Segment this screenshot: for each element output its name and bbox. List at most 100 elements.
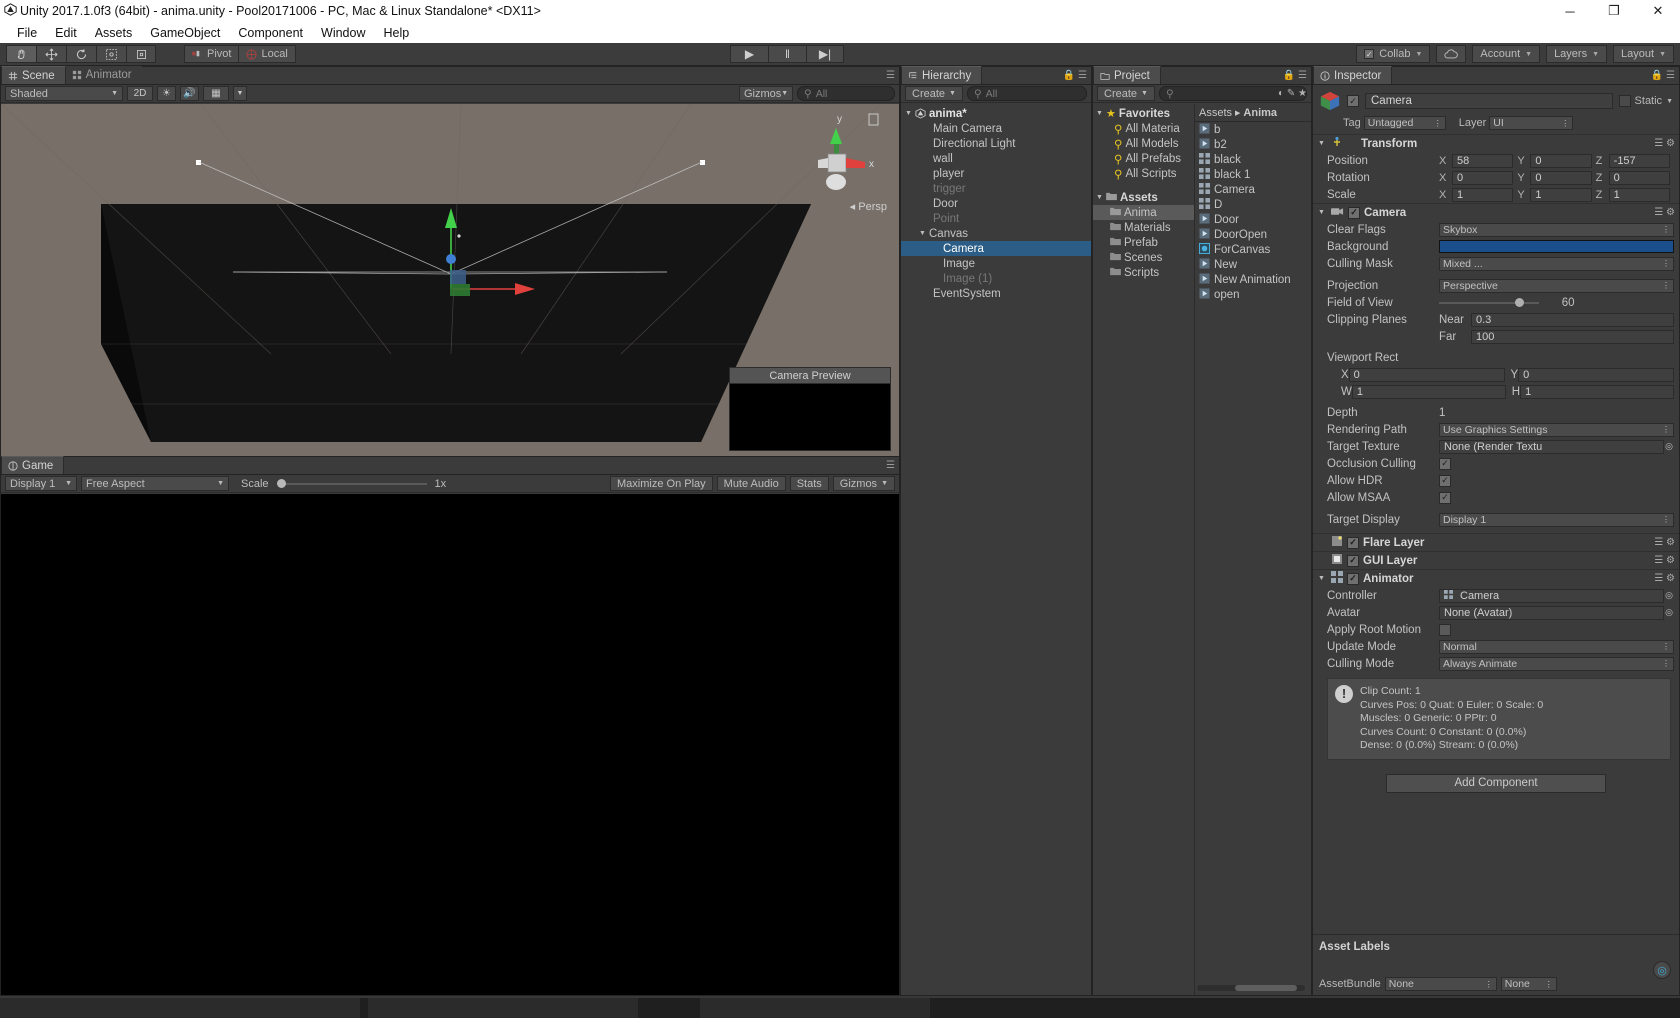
tag-dropdown[interactable]: Untagged ⋮: [1363, 116, 1446, 130]
project-view-tools[interactable]: ◐ ✎ ★: [1278, 88, 1307, 99]
move-tool-icon[interactable]: [36, 45, 66, 63]
asset-item-door[interactable]: Door: [1195, 212, 1311, 227]
project-folder-prefab[interactable]: Prefab: [1093, 235, 1194, 250]
rotation-z-field[interactable]: 0: [1608, 170, 1670, 185]
flare-layer-header[interactable]: ✓ Flare Layer ☰ ⚙: [1313, 534, 1679, 551]
hierarchy-item-eventsystem[interactable]: EventSystem: [901, 286, 1091, 301]
hierarchy-panel-tools[interactable]: 🔒 ☰: [1063, 70, 1087, 81]
asset-item-black[interactable]: black: [1195, 152, 1311, 167]
asset-item-new-animation[interactable]: New Animation: [1195, 272, 1311, 287]
asset-item-forcanvas[interactable]: ForCanvas: [1195, 242, 1311, 257]
rendering-path-dropdown[interactable]: Use Graphics Settings ⋮: [1439, 422, 1674, 437]
project-create-button[interactable]: Create ▼: [1097, 86, 1155, 101]
menu-item-assets[interactable]: Assets: [86, 24, 142, 42]
project-favorite-all-scripts[interactable]: ⚲ All Scripts: [1093, 166, 1194, 181]
allow-hdr-checkbox[interactable]: ✓: [1439, 474, 1451, 487]
camera-header[interactable]: ▼ ✓ Camera ☰ ⚙: [1313, 204, 1679, 221]
background-color-swatch[interactable]: [1439, 240, 1674, 253]
pause-button[interactable]: ‖: [768, 45, 806, 63]
hand-tool-icon[interactable]: [6, 45, 36, 63]
gameobject-enabled-checkbox[interactable]: ✓: [1347, 95, 1359, 107]
local-toggle[interactable]: Local: [238, 45, 296, 63]
tab-inspector[interactable]: Inspector: [1313, 66, 1393, 84]
effects-dropdown-icon[interactable]: ▼: [233, 86, 247, 101]
target-texture-field[interactable]: None (Render Textu: [1439, 439, 1664, 454]
scale-tool-icon[interactable]: [96, 45, 126, 63]
project-favorite-all-materials[interactable]: ⚲ All Materia: [1093, 121, 1194, 136]
projection-dropdown[interactable]: Perspective ⋮: [1439, 278, 1674, 293]
add-component-button[interactable]: Add Component: [1386, 773, 1606, 793]
scene-viewport[interactable]: y x ◂ Persp Camera Preview: [1, 104, 899, 457]
project-favorite-all-models[interactable]: ⚲ All Models: [1093, 136, 1194, 151]
project-folder-scripts[interactable]: Scripts: [1093, 265, 1194, 280]
menu-item-component[interactable]: Component: [229, 24, 312, 42]
avatar-field[interactable]: None (Avatar): [1439, 605, 1664, 620]
viewport-x-field[interactable]: 0: [1348, 367, 1505, 382]
taskbar-segment[interactable]: [0, 998, 360, 1018]
game-viewport[interactable]: [1, 494, 899, 995]
close-button[interactable]: ✕: [1636, 0, 1680, 22]
aspect-dropdown[interactable]: Free Aspect ▼: [81, 476, 229, 491]
transform-header[interactable]: ▼ Transform ☰ ⚙: [1313, 135, 1679, 152]
gui-layer-header[interactable]: ✓ GUI Layer ☰ ⚙: [1313, 552, 1679, 569]
target-display-dropdown[interactable]: Display 1 ⋮: [1439, 512, 1674, 527]
viewport-y-field[interactable]: 0: [1518, 367, 1674, 382]
project-folder-anima[interactable]: Anima: [1093, 205, 1194, 220]
fov-slider[interactable]: [1439, 296, 1539, 310]
tab-scene[interactable]: Scene: [1, 66, 66, 84]
asset-item-d[interactable]: D: [1195, 197, 1311, 212]
tab-game[interactable]: Game: [1, 456, 65, 474]
effects-icon[interactable]: ▦: [203, 86, 229, 101]
camera-enabled-checkbox[interactable]: ✓: [1348, 206, 1360, 219]
perspective-label[interactable]: ◂ Persp: [850, 200, 887, 213]
audio-icon[interactable]: 🔊: [180, 86, 199, 101]
scene-panel-menu[interactable]: ☰: [886, 70, 895, 81]
hierarchy-create-button[interactable]: Create ▼: [905, 86, 963, 101]
step-button[interactable]: ▶|: [806, 45, 844, 63]
chevron-down-icon[interactable]: ▼: [1096, 194, 1106, 201]
draw-mode-dropdown[interactable]: Shaded ▼: [5, 86, 123, 101]
layers-button[interactable]: Layers ▼: [1546, 45, 1608, 63]
hierarchy-search-input[interactable]: ⚲ All: [966, 86, 1087, 101]
hierarchy-item-player[interactable]: player: [901, 166, 1091, 181]
hierarchy-item-image[interactable]: Image: [901, 256, 1091, 271]
chevron-down-icon[interactable]: ▼: [1318, 209, 1327, 216]
account-button[interactable]: Account ▼: [1472, 45, 1541, 63]
project-favorites-root[interactable]: ▼ ★ Favorites: [1093, 106, 1194, 121]
asset-item-b2[interactable]: b2: [1195, 137, 1311, 152]
controller-field[interactable]: Camera: [1439, 588, 1664, 603]
chevron-down-icon[interactable]: ▼: [905, 110, 915, 117]
flare-layer-tools[interactable]: ☰ ⚙: [1654, 537, 1675, 548]
hierarchy-item-image-1[interactable]: Image (1): [901, 271, 1091, 286]
animator-tools[interactable]: ☰ ⚙: [1654, 573, 1675, 584]
occlusion-culling-checkbox[interactable]: ✓: [1439, 457, 1451, 470]
cloud-button[interactable]: [1436, 45, 1467, 63]
asset-label-add-icon[interactable]: ◎: [1653, 961, 1671, 979]
play-button[interactable]: ▶: [730, 45, 768, 63]
taskbar-segment[interactable]: [700, 998, 930, 1018]
menu-item-gameobject[interactable]: GameObject: [141, 24, 229, 42]
display-dropdown[interactable]: Display 1 ▼: [5, 476, 77, 491]
viewport-w-field[interactable]: 1: [1351, 384, 1506, 399]
project-panel-tools[interactable]: 🔒 ☰: [1283, 70, 1307, 81]
tab-animator[interactable]: Animator: [65, 66, 142, 84]
tab-project[interactable]: Project: [1093, 66, 1161, 84]
menu-item-window[interactable]: Window: [312, 24, 374, 42]
hierarchy-item-door[interactable]: Door: [901, 196, 1091, 211]
project-favorite-all-prefabs[interactable]: ⚲ All Prefabs: [1093, 151, 1194, 166]
project-folder-scenes[interactable]: Scenes: [1093, 250, 1194, 265]
game-gizmos-button[interactable]: Gizmos ▼: [832, 476, 895, 491]
chevron-down-icon[interactable]: ▼: [919, 230, 929, 237]
hierarchy-item-main-camera[interactable]: Main Camera: [901, 121, 1091, 136]
menu-item-file[interactable]: File: [8, 24, 46, 42]
asset-item-camera[interactable]: Camera: [1195, 182, 1311, 197]
asset-item-new[interactable]: New: [1195, 257, 1311, 272]
chevron-down-icon[interactable]: ▼: [1318, 140, 1327, 147]
depth-value[interactable]: 1: [1439, 407, 1674, 419]
camera-tools[interactable]: ☰ ⚙: [1654, 207, 1675, 218]
toggle-2d-button[interactable]: 2D: [127, 86, 153, 101]
hierarchy-item-point[interactable]: Point: [901, 211, 1091, 226]
gui-layer-tools[interactable]: ☰ ⚙: [1654, 555, 1675, 566]
scale-slider[interactable]: [276, 477, 427, 491]
breadcrumb-root[interactable]: Assets: [1199, 107, 1232, 119]
